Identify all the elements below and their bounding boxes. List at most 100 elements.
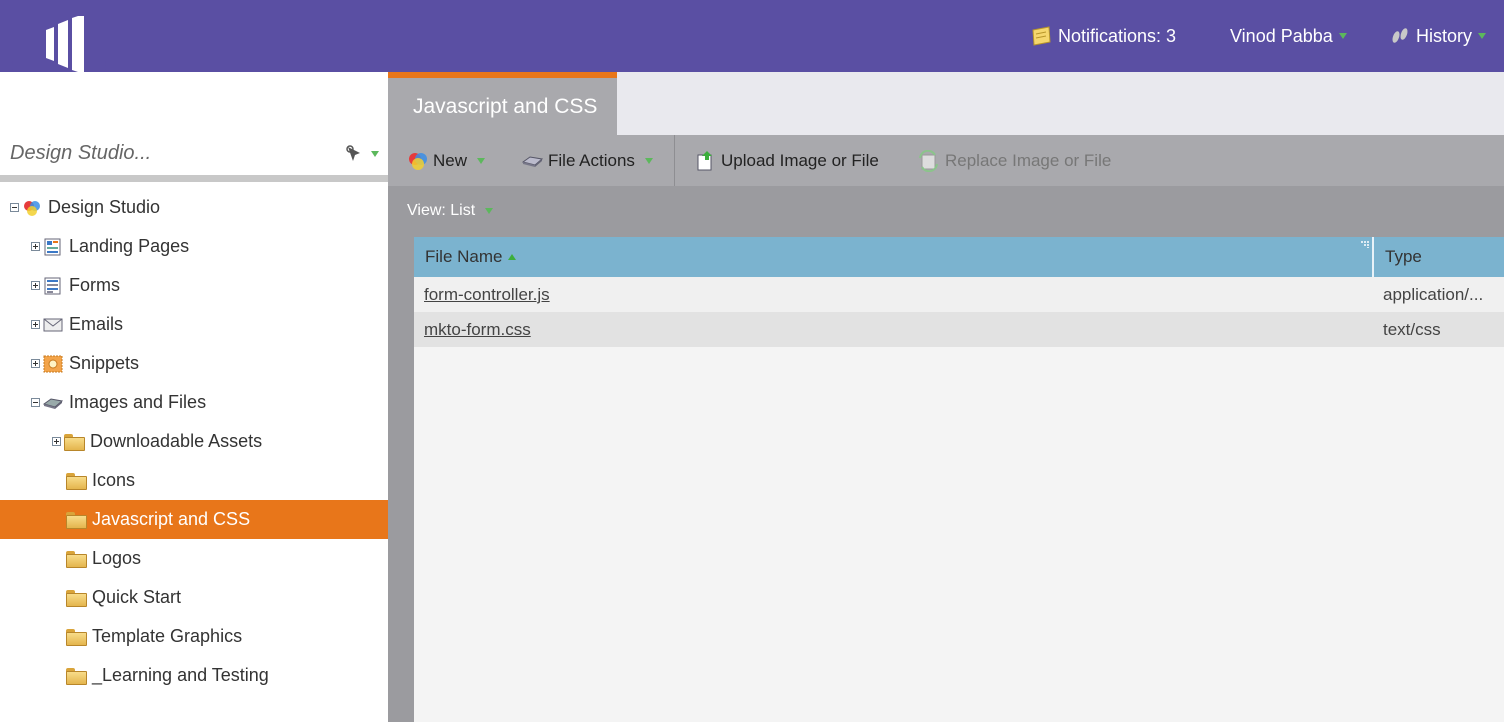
tree-item-label: Javascript and CSS [92, 509, 251, 529]
user-menu[interactable]: Vinod Pabba [1230, 0, 1347, 72]
chevron-down-icon [644, 157, 653, 164]
expand-toggle[interactable] [31, 359, 40, 368]
tree-item-label: Template Graphics [92, 626, 243, 646]
tree-item-design-studio[interactable]: Design Studio [0, 188, 388, 227]
new-icon [409, 152, 427, 170]
search-input[interactable] [0, 132, 336, 175]
search-options[interactable] [336, 132, 388, 175]
tree-item-quick-start[interactable]: Quick Start [0, 578, 388, 617]
file-actions-button[interactable]: File Actions [522, 135, 653, 186]
column-label: Type [1385, 247, 1422, 266]
tree-item-label: Downloadable Assets [90, 431, 263, 451]
user-name: Vinod Pabba [1230, 25, 1333, 46]
folder-icon [66, 550, 87, 568]
toolbar: New File Actions Upload Image or File Re… [388, 135, 1504, 186]
replace-label: Replace Image or File [945, 150, 1112, 170]
folder-icon [66, 667, 87, 685]
file-type: application/... [1383, 284, 1484, 304]
toolbar-divider [674, 135, 675, 186]
images-files-icon [43, 397, 63, 409]
chevron-down-icon [477, 157, 486, 164]
tree-item-logos[interactable]: Logos [0, 539, 388, 578]
file-grid: File Name Type form-controller.js applic… [414, 237, 1504, 722]
tree-item-icons[interactable]: Icons [0, 461, 388, 500]
upload-icon [697, 150, 712, 170]
tree-item-label: Snippets [69, 353, 140, 373]
column-label: File Name [425, 247, 503, 266]
tree-item-learning-and-testing[interactable]: _Learning and Testing [0, 656, 388, 695]
folder-icon [66, 589, 87, 607]
expand-toggle[interactable] [31, 281, 40, 290]
folder-icon [66, 472, 87, 490]
tree-item-emails[interactable]: Emails [0, 305, 388, 344]
sort-ascending-icon [508, 254, 517, 260]
main-panel: Javascript and CSS New File Actions Uplo… [388, 72, 1504, 722]
expand-toggle[interactable] [31, 242, 40, 251]
chevron-down-icon [485, 208, 494, 214]
notifications-icon [1032, 26, 1051, 46]
table-row[interactable]: mkto-form.css text/css [414, 312, 1504, 347]
folder-icon [66, 511, 87, 529]
snippets-icon [43, 355, 63, 372]
file-actions-icon [522, 155, 544, 167]
tab-label: Javascript and CSS [413, 94, 598, 118]
table-row[interactable]: form-controller.js application/... [414, 277, 1504, 312]
history-menu[interactable]: History [1390, 0, 1487, 72]
landing-pages-icon [44, 238, 61, 255]
column-header-file-name[interactable]: File Name [414, 237, 1372, 277]
chevron-down-icon [1478, 33, 1487, 39]
tree-item-label: Quick Start [92, 587, 182, 607]
collapse-toggle[interactable] [10, 203, 19, 212]
new-label: New [433, 150, 468, 170]
tree-item-template-graphics[interactable]: Template Graphics [0, 617, 388, 656]
expand-toggle[interactable] [52, 437, 61, 446]
folder-icon [64, 433, 85, 451]
tree-item-label: Icons [92, 470, 136, 490]
notifications-menu[interactable]: Notifications: 3 [1030, 0, 1176, 72]
forms-icon [44, 277, 61, 294]
file-name-link[interactable]: mkto-form.css [424, 312, 531, 347]
view-label: View: List [407, 202, 476, 219]
file-actions-label: File Actions [548, 150, 635, 170]
filter-icon [346, 144, 360, 161]
view-selector[interactable]: View: List [388, 186, 1504, 236]
collapse-toggle[interactable] [31, 398, 40, 407]
tree-item-snippets[interactable]: Snippets [0, 344, 388, 383]
column-menu-icon[interactable] [1360, 240, 1370, 248]
folder-icon [66, 628, 87, 646]
tree-item-forms[interactable]: Forms [0, 266, 388, 305]
tab-strip: Javascript and CSS [388, 72, 1504, 135]
tree-item-label: Images and Files [69, 392, 207, 412]
expand-toggle[interactable] [31, 320, 40, 329]
new-button[interactable]: New [407, 135, 486, 186]
history-label: History [1416, 25, 1473, 46]
replace-icon [919, 149, 938, 172]
tab-javascript-and-css[interactable]: Javascript and CSS [388, 72, 617, 135]
search-box [0, 132, 388, 182]
tree-item-landing-pages[interactable]: Landing Pages [0, 227, 388, 266]
upload-image-or-file-button[interactable]: Upload Image or File [695, 135, 879, 186]
tree-item-label: Logos [92, 548, 142, 568]
file-name-link[interactable]: form-controller.js [424, 277, 550, 312]
footprints-icon [1392, 28, 1408, 43]
upload-label: Upload Image or File [721, 150, 879, 170]
tree-item-downloadable-assets[interactable]: Downloadable Assets [0, 422, 388, 461]
grid-header: File Name Type [414, 237, 1504, 277]
file-type: text/css [1383, 319, 1441, 339]
tree-item-label: Emails [69, 314, 124, 334]
column-header-type[interactable]: Type [1374, 237, 1504, 277]
tree-item-images-and-files[interactable]: Images and Files [0, 383, 388, 422]
emails-icon [43, 318, 63, 331]
logo-icon [46, 16, 84, 72]
tree-item-label: Forms [69, 275, 120, 295]
tree-item-label: Landing Pages [69, 236, 190, 256]
replace-image-or-file-button[interactable]: Replace Image or File [917, 135, 1111, 186]
notifications-label: Notifications: 3 [1058, 25, 1177, 46]
chevron-down-icon [371, 150, 379, 157]
tree-item-label: Design Studio [48, 197, 161, 217]
tree-item-label: _Learning and Testing [92, 665, 269, 685]
design-studio-icon [24, 200, 40, 216]
sidebar: Design Studio Landing Pages Forms [0, 72, 388, 722]
top-bar: Notifications: 3 Vinod Pabba History [0, 0, 1504, 108]
tree-item-javascript-and-css[interactable]: Javascript and CSS [0, 500, 388, 539]
